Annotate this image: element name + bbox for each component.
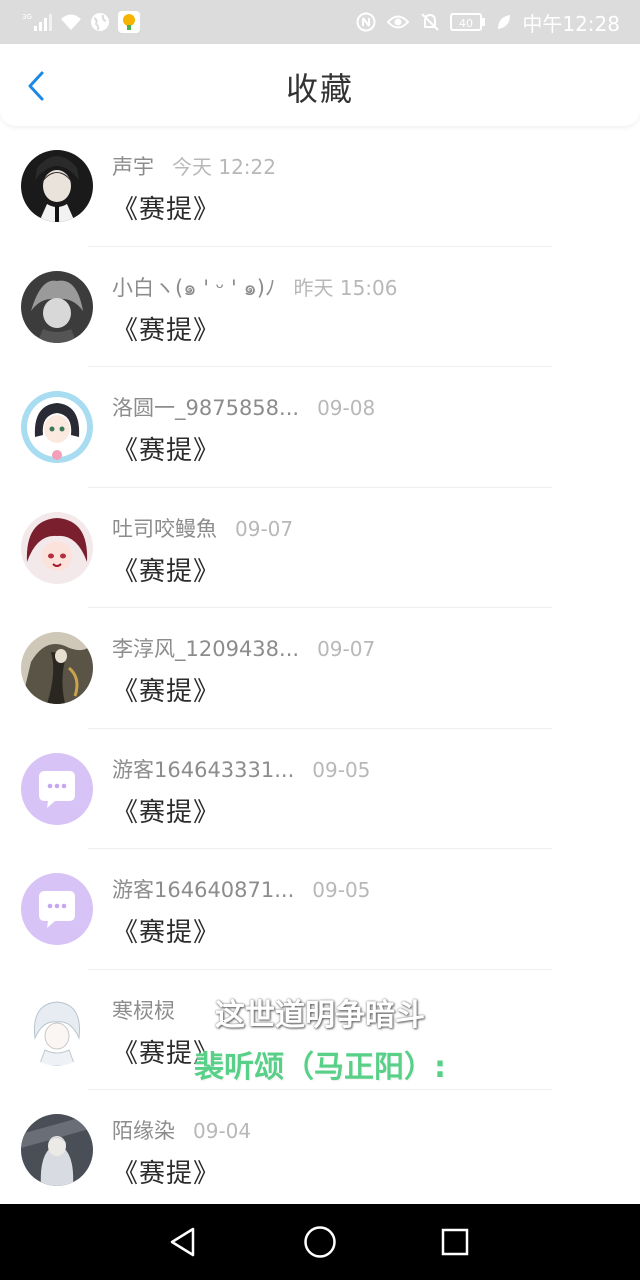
list-item[interactable]: 声宇 今天 12:22 《赛提》 <box>0 126 640 247</box>
user-name[interactable]: 游客164640871... <box>112 874 294 904</box>
item-meta: 游客164640871... 09-05 <box>112 874 370 904</box>
timestamp: 09-05 <box>312 878 371 902</box>
item-meta: 陌缘染 09-04 <box>112 1115 251 1145</box>
page-title: 收藏 <box>285 70 354 108</box>
list-item[interactable]: 陌缘染 09-04 《赛提》 <box>0 1090 640 1211</box>
avatar[interactable] <box>21 873 93 945</box>
item-meta: 小白ヽ(๑ ' ᵕ ' ๑)ﾉ 昨天 15:06 <box>112 272 397 305</box>
leaf-icon <box>496 13 512 31</box>
timestamp: 昨天 15:06 <box>293 275 398 300</box>
signal-icon: 3G <box>22 12 52 32</box>
avatar[interactable] <box>21 632 93 704</box>
triangle-back-icon <box>170 1227 195 1257</box>
timestamp: 09-08 <box>317 396 376 420</box>
work-title[interactable]: 《赛提》 <box>112 551 220 588</box>
status-right: 40 中午12:28 <box>356 10 620 36</box>
avatar[interactable] <box>21 150 93 222</box>
svg-text:40: 40 <box>459 17 473 30</box>
eye-icon <box>386 13 410 31</box>
battery-icon: 40 <box>450 13 486 31</box>
app-notification-icon <box>118 11 140 33</box>
list-item[interactable]: 吐司咬鳗魚 09-07 《赛提》 <box>0 488 640 608</box>
user-name[interactable]: 小白ヽ(๑ ' ᵕ ' ๑)ﾉ <box>112 272 275 305</box>
list-item[interactable]: 洛圆一_9875858... 09-08 《赛提》 <box>0 367 640 488</box>
nav-recents-button[interactable] <box>435 1222 475 1262</box>
timestamp: 09-04 <box>193 1119 252 1143</box>
timestamp: 09-05 <box>312 757 371 782</box>
item-meta: 游客164643331... 09-05 <box>112 754 370 784</box>
avatar[interactable] <box>21 270 93 343</box>
status-bar: 3G 40 中午12:28 <box>0 0 640 44</box>
top-bar: 收藏 <box>0 44 640 126</box>
square-recents-icon <box>441 1228 469 1256</box>
item-meta: 洛圆一_9875858... 09-08 <box>112 392 375 422</box>
avatar[interactable] <box>21 752 93 825</box>
user-name[interactable]: 李淳风_1209438... <box>112 633 299 663</box>
nav-home-button[interactable] <box>300 1222 340 1262</box>
list-item[interactable]: 游客164640871... 09-05 《赛提》 <box>0 849 640 970</box>
item-meta: 吐司咬鳗魚 09-07 <box>112 513 293 543</box>
chat-bubble-icon <box>21 873 93 945</box>
subtitle-line-1: 这世道明争暗斗 <box>215 998 425 1033</box>
timestamp: 今天 12:22 <box>172 155 276 179</box>
avatar[interactable] <box>21 1114 93 1186</box>
user-name[interactable]: 游客164643331... <box>112 754 294 784</box>
user-name[interactable]: 洛圆一_9875858... <box>112 392 299 422</box>
timestamp: 09-07 <box>235 516 294 541</box>
work-title[interactable]: 《赛提》 <box>112 1153 220 1190</box>
avatar[interactable] <box>21 391 93 463</box>
work-title[interactable]: 《赛提》 <box>112 792 220 829</box>
avatar[interactable] <box>21 511 93 584</box>
list-item[interactable]: 李淳风_1209438... 09-07 《赛提》 <box>0 608 640 729</box>
svg-text:3G: 3G <box>22 13 32 21</box>
user-name[interactable]: 陌缘染 <box>112 1115 175 1145</box>
work-title[interactable]: 《赛提》 <box>112 430 220 467</box>
globe-icon <box>90 12 110 32</box>
work-title[interactable]: 《赛提》 <box>112 912 220 949</box>
user-name[interactable]: 声宇 <box>112 151 154 181</box>
nfc-icon <box>356 12 376 32</box>
system-nav-bar <box>0 1204 640 1280</box>
work-title[interactable]: 《赛提》 <box>112 671 220 708</box>
work-title[interactable]: 《赛提》 <box>112 310 220 347</box>
status-left: 3G <box>22 10 140 34</box>
nav-back-button[interactable] <box>163 1222 203 1262</box>
user-name[interactable]: 吐司咬鳗魚 <box>112 513 217 543</box>
item-meta: 声宇 今天 12:22 <box>112 151 276 181</box>
subtitle-line-2: 裴听颂（马正阳）: <box>194 1050 446 1085</box>
circle-home-icon <box>304 1226 336 1258</box>
list-item[interactable]: 小白ヽ(๑ ' ᵕ ' ๑)ﾉ 昨天 15:06 《赛提》 <box>0 247 640 367</box>
chat-bubble-icon <box>21 752 93 825</box>
list-item[interactable]: 游客164643331... 09-05 《赛提》 <box>0 729 640 849</box>
wifi-icon <box>60 13 82 31</box>
item-meta: 李淳风_1209438... 09-07 <box>112 633 375 663</box>
status-time: 中午12:28 <box>522 11 620 36</box>
work-title[interactable]: 《赛提》 <box>112 189 220 226</box>
bell-off-icon <box>420 12 440 32</box>
timestamp: 09-07 <box>317 637 376 661</box>
